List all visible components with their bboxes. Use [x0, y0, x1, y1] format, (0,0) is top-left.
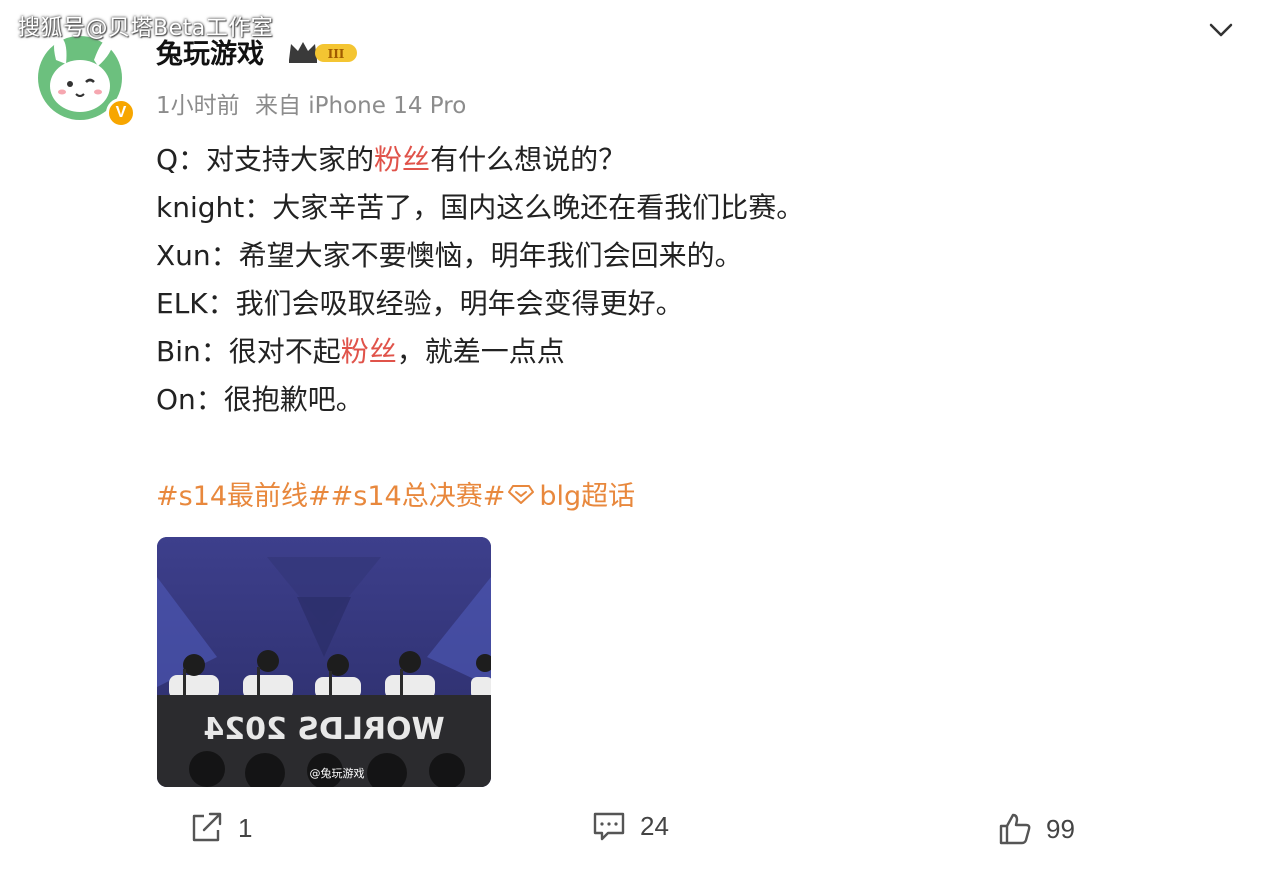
comment-count: 24 — [640, 810, 669, 841]
super-topic-link[interactable]: blg超话 — [539, 474, 635, 513]
forward-icon — [192, 812, 222, 842]
forward-count: 1 — [238, 812, 253, 843]
comment-button[interactable]: 24 — [592, 810, 669, 842]
like-button[interactable]: 99 — [998, 812, 1075, 846]
post-line: Bin：很对不起粉丝，就差一点点 — [156, 335, 565, 368]
action-bar: 1 24 99 — [0, 808, 1268, 850]
post-time: 1小时前 — [156, 93, 240, 119]
post-line: knight：大家辛苦了，国内这么晚还在看我们比赛。 — [156, 191, 805, 224]
highlight-keyword: 粉丝 — [374, 143, 431, 176]
crown-icon[interactable]: III — [287, 38, 359, 66]
like-icon — [999, 813, 1031, 845]
post-source: 来自 iPhone 14 Pro — [254, 93, 467, 119]
topic-tag[interactable]: #s14总决赛# — [331, 474, 506, 513]
topic-tag[interactable]: #s14最前线# — [156, 474, 331, 513]
highlight-keyword: 粉丝 — [340, 335, 397, 368]
post-line: On：很抱歉吧。 — [156, 383, 364, 416]
post-line: Q：对支持大家的粉丝有什么想说的？ — [156, 143, 627, 176]
post-meta: 1小时前 来自 iPhone 14 Pro — [156, 86, 466, 120]
post-line: ELK：我们会吸取经验，明年会变得更好。 — [156, 287, 684, 320]
verified-badge: V — [106, 98, 136, 128]
level-badge-text: III — [328, 47, 345, 61]
like-count: 99 — [1046, 813, 1075, 844]
watermark: 搜狐号@贝塔Beta工作室 — [18, 16, 274, 41]
forward-button[interactable]: 1 — [190, 812, 252, 844]
super-topic-icon — [508, 484, 535, 504]
post-line: Xun：希望大家不要懊恼，明年我们会回来的。 — [156, 239, 743, 272]
video-caption: @兔玩游戏 — [310, 766, 365, 780]
banner-text: WORLDS 2024 — [203, 712, 444, 747]
video-thumbnail[interactable]: WORLDS 2024 @兔玩游戏 — [157, 537, 491, 787]
chevron-down-icon[interactable] — [1208, 20, 1234, 40]
comment-icon — [593, 812, 625, 841]
topic-tags: #s14最前线# #s14总决赛# blg超话 — [156, 474, 635, 513]
